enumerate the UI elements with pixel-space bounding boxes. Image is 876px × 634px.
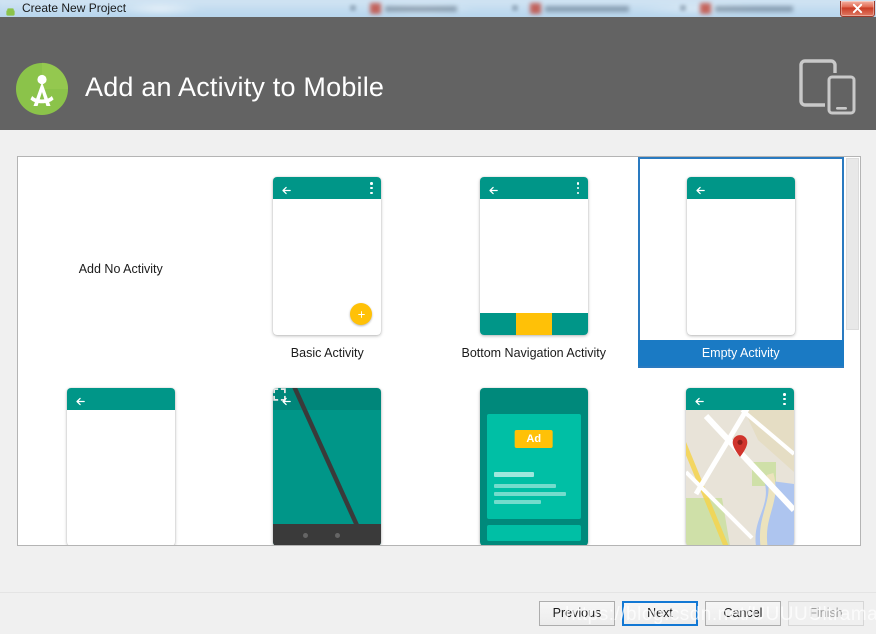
back-arrow-icon [281, 394, 292, 406]
floating-action-button-icon [350, 303, 373, 325]
background-tab-title [385, 5, 457, 12]
background-tab-title [545, 5, 629, 12]
ad-badge: Ad [514, 430, 554, 448]
bottom-nav-item [551, 313, 588, 335]
activity-template-list[interactable]: Add No Activity Basic Activity Bottom Na… [17, 156, 861, 546]
window-title-bar: Create New Project [0, 0, 876, 17]
phone-mockup [686, 177, 795, 335]
ads-preview: Ad [479, 388, 588, 545]
fullscreen-bottom-bar [273, 524, 382, 545]
bottom-nav-item [479, 313, 516, 335]
template-card-basic-activity[interactable]: Basic Activity [225, 157, 431, 368]
app-bar [66, 388, 175, 410]
background-tab-3 [700, 3, 793, 14]
create-new-project-window: Create New Project Add an Activity to Mo… [0, 0, 876, 634]
app-bar [479, 177, 588, 199]
overflow-menu-icon [370, 182, 373, 195]
wizard-body: Add No Activity Basic Activity Bottom Na… [0, 130, 876, 592]
ad-content-card: Ad [486, 414, 581, 519]
ad-text-line [493, 472, 534, 477]
template-label-selected: Empty Activity [637, 340, 844, 366]
bottom-bar-dot [335, 533, 341, 538]
template-thumbnail [66, 388, 175, 545]
overflow-menu-icon [576, 182, 580, 195]
background-tab-close-icon [350, 5, 356, 11]
bottom-navigation-bar [479, 313, 588, 335]
bottom-bar-dot [303, 533, 309, 538]
template-thumbnail [686, 177, 795, 335]
phone-mockup [66, 388, 175, 545]
tablet-and-phone-icon [799, 59, 859, 117]
cancel-button[interactable]: Cancel [705, 601, 781, 626]
template-thumbnail: Ad [479, 388, 588, 545]
back-arrow-icon [75, 394, 86, 406]
template-card-add-no-activity[interactable]: Add No Activity [18, 157, 225, 368]
phone-mockup [686, 388, 795, 545]
background-tab-2 [530, 3, 629, 14]
phone-mockup [273, 388, 382, 545]
template-card-bottom-navigation-activity[interactable]: Bottom Navigation Activity [431, 157, 638, 368]
background-tab-close-icon [680, 5, 686, 11]
background-tab-favicon [370, 3, 381, 14]
template-list-scrollbar[interactable] [844, 157, 860, 545]
template-thumbnail [479, 177, 588, 335]
template-card-empty-activity[interactable]: Empty Activity [637, 157, 844, 368]
background-tab-title [715, 5, 793, 12]
activity-template-grid: Add No Activity Basic Activity Bottom Na… [18, 157, 844, 545]
back-arrow-icon [694, 394, 705, 406]
app-bar [686, 388, 795, 410]
wizard-button-row: Previous Next Cancel Finish [539, 601, 864, 626]
template-label: Add No Activity [78, 262, 163, 276]
back-arrow-icon [695, 183, 706, 195]
diagonal-accent-line [292, 388, 369, 545]
android-icon [5, 4, 16, 16]
ad-text-line [493, 484, 556, 488]
template-card-google-admob-ads-activity[interactable]: Ad [431, 368, 638, 545]
background-tab-1 [370, 3, 457, 14]
back-arrow-icon [281, 183, 292, 195]
android-studio-logo [15, 62, 69, 116]
fullscreen-preview [273, 388, 382, 545]
page-title: Add an Activity to Mobile [85, 72, 385, 102]
template-label: Bottom Navigation Activity [461, 346, 606, 360]
close-icon[interactable] [840, 1, 875, 17]
template-card-fullscreen-activity[interactable] [225, 368, 431, 545]
template-thumbnail [273, 177, 382, 335]
background-tab-favicon [700, 3, 711, 14]
finish-button: Finish [788, 601, 864, 626]
phone-mockup [479, 177, 588, 335]
phone-mockup [273, 177, 382, 335]
template-card-google-maps-activity[interactable] [638, 368, 844, 545]
scrollbar-thumb[interactable] [846, 158, 859, 330]
wizard-header: Add an Activity to Mobile [0, 17, 876, 130]
template-thumbnail [273, 388, 382, 545]
template-thumbnail [686, 388, 795, 545]
ad-text-line [493, 500, 541, 504]
template-card-row2-1[interactable] [18, 368, 225, 545]
map-preview [686, 410, 795, 545]
phone-mockup: Ad [479, 388, 588, 545]
bottom-nav-item-active [515, 313, 552, 335]
map-pin-icon [732, 434, 748, 463]
next-button[interactable]: Next [622, 601, 698, 626]
wizard-footer: Previous Next Cancel Finish [0, 592, 876, 634]
background-tab-favicon [530, 3, 541, 14]
previous-button[interactable]: Previous [539, 601, 615, 626]
app-bar [686, 177, 795, 199]
ad-text-line [493, 492, 566, 496]
template-label: Basic Activity [290, 346, 364, 360]
window-title: Create New Project [22, 1, 127, 15]
ad-footer-strip [486, 525, 581, 541]
map-graphic [686, 410, 795, 545]
back-arrow-icon [488, 183, 499, 195]
app-bar [273, 177, 382, 199]
background-tab-close-icon [512, 5, 518, 11]
overflow-menu-icon [783, 393, 786, 406]
